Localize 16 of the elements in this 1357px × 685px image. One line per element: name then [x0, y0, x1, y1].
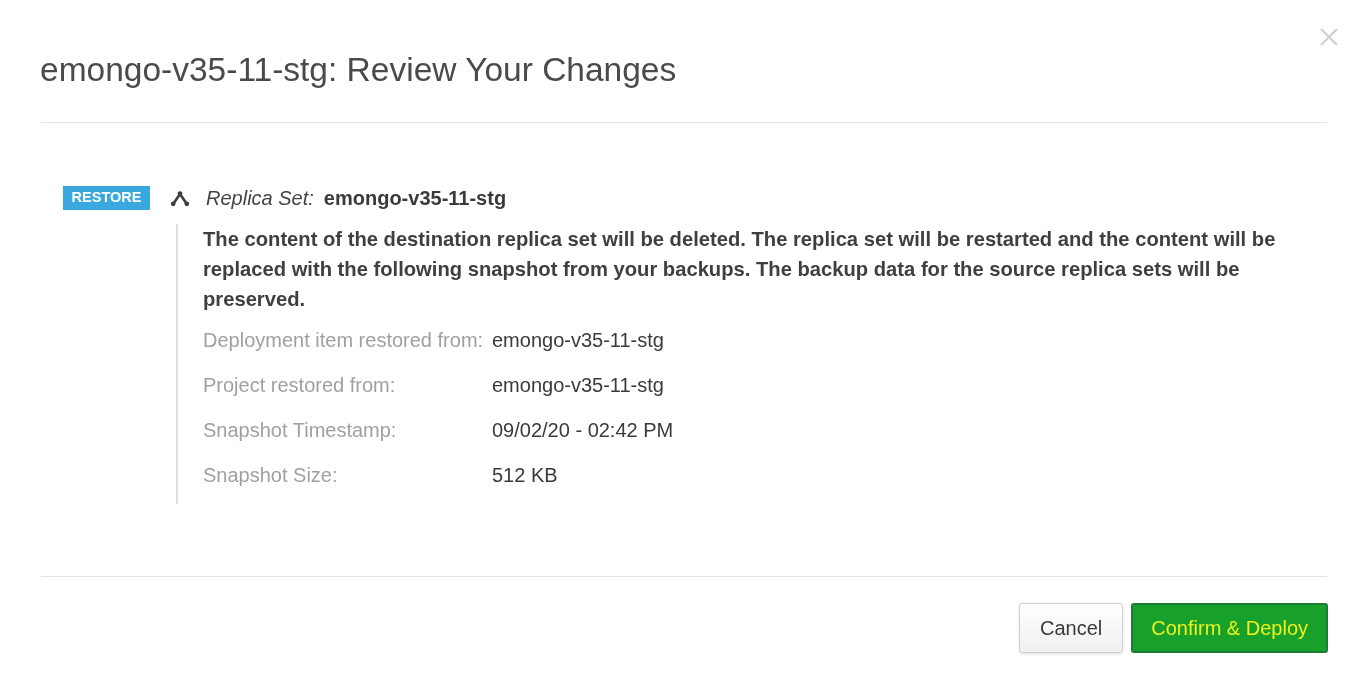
replica-set-label: Replica Set:: [206, 186, 314, 211]
detail-value: emongo-v35-11-stg: [492, 372, 664, 398]
detail-label: Snapshot Size:: [203, 462, 338, 488]
detail-label: Snapshot Timestamp:: [203, 417, 397, 443]
restore-badge: RESTORE: [63, 186, 150, 210]
detail-value: 512 KB: [492, 462, 558, 488]
cancel-button[interactable]: Cancel: [1019, 603, 1124, 653]
replica-set-name: emongo-v35-11-stg: [323, 186, 507, 211]
change-description: The content of the destination replica set will be deleted. The replica set will be restarted and the content will be replaced with the following snapshot from your backups. The backup data for the source replica sets will be preserved.: [203, 227, 1277, 312]
replica-set-icon: [170, 189, 190, 207]
dialog-title: emongo-v35-11-stg: Review Your Changes: [40, 50, 677, 90]
close-icon[interactable]: [1320, 28, 1338, 46]
detail-label: Deployment item restored from:: [203, 327, 484, 353]
detail-label: Project restored from:: [203, 372, 396, 398]
detail-value: 09/02/20 - 02:42 PM: [492, 417, 674, 443]
detail-value: emongo-v35-11-stg: [492, 327, 664, 353]
